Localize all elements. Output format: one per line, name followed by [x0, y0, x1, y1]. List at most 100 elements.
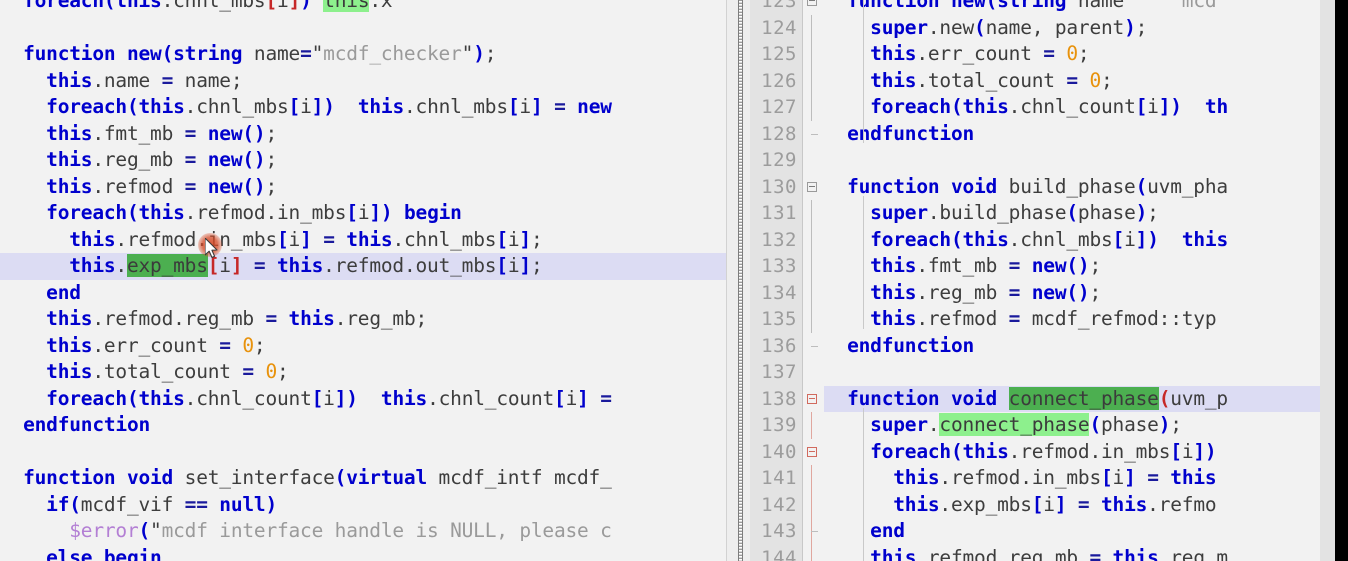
- code-line[interactable]: foreach(this.chnl_mbs[i]) this.x: [0, 0, 726, 15]
- line-number: 136: [761, 334, 797, 357]
- fold-row[interactable]: [803, 279, 823, 306]
- fold-guide-line: [811, 253, 812, 280]
- code-line-blank[interactable]: [0, 439, 726, 466]
- code-line-current[interactable]: function void connect_phase(uvm_p: [824, 385, 1348, 412]
- fold-row[interactable]: [803, 465, 823, 492]
- code-line[interactable]: if(mcdf_vif == null): [0, 492, 726, 519]
- fold-row[interactable]: [803, 333, 823, 360]
- fold-collapse-icon[interactable]: [807, 181, 817, 192]
- code-line[interactable]: super.build_phase(phase);: [824, 200, 1348, 227]
- indent-guide: [863, 408, 864, 561]
- fold-end-tick: [811, 345, 818, 347]
- fold-row[interactable]: [803, 306, 823, 333]
- line-number: 138: [761, 387, 797, 410]
- code-line[interactable]: endfunction: [824, 121, 1348, 148]
- line-number: 142: [761, 493, 797, 516]
- code-line[interactable]: function new(string name="mcdf_checker")…: [0, 41, 726, 68]
- code-fold-strip[interactable]: [803, 0, 823, 561]
- fold-row[interactable]: [803, 200, 823, 227]
- code-line-blank[interactable]: [824, 147, 1348, 174]
- splitter-grip-icon[interactable]: [738, 0, 743, 561]
- code-line[interactable]: this.refmod.in_mbs[i] = this.chnl_mbs[i]…: [0, 227, 726, 254]
- fold-row[interactable]: [803, 412, 823, 439]
- code-line[interactable]: foreach(this.refmod.in_mbs[i]): [824, 439, 1348, 466]
- code-line[interactable]: super.new(name, parent);: [824, 15, 1348, 42]
- code-line[interactable]: foreach(this.chnl_count[i]) th: [824, 94, 1348, 121]
- fold-end-tick: [811, 531, 818, 532]
- fold-guide-line: [811, 14, 812, 41]
- code-line[interactable]: endfunction: [824, 333, 1348, 360]
- fold-row[interactable]: [803, 439, 823, 466]
- code-line[interactable]: foreach(this.chnl_mbs[i]) this.chnl_mbs[…: [0, 94, 726, 121]
- code-line[interactable]: super.connect_phase(phase);: [824, 412, 1348, 439]
- code-line-current[interactable]: this.exp_mbs[i] = this.refmod.out_mbs[i]…: [0, 253, 726, 280]
- search-match-current[interactable]: connect_phase: [1008, 386, 1159, 410]
- pane-splitter-handle[interactable]: [726, 0, 750, 561]
- code-line[interactable]: function void build_phase(uvm_pha: [824, 174, 1348, 201]
- fold-row[interactable]: [803, 94, 823, 121]
- left-editor-pane[interactable]: foreach(this.chnl_mbs[i]) this.x functio…: [0, 0, 726, 561]
- fold-row[interactable]: [803, 226, 823, 253]
- code-line[interactable]: $error("mcdf interface handle is NULL, p…: [0, 518, 726, 545]
- selected-word[interactable]: exp_mbs: [126, 254, 208, 277]
- fold-collapse-icon-active[interactable]: [807, 393, 817, 404]
- fold-row[interactable]: [803, 359, 823, 386]
- code-line[interactable]: this.fmt_mb = new();: [0, 121, 726, 148]
- code-line[interactable]: this.name = name;: [0, 68, 726, 95]
- code-line-blank[interactable]: [824, 359, 1348, 386]
- fold-row[interactable]: [803, 253, 823, 280]
- code-line[interactable]: this.exp_mbs[i] = this.refmo: [824, 492, 1348, 519]
- fold-row[interactable]: [803, 41, 823, 68]
- code-line[interactable]: end: [824, 518, 1348, 545]
- left-code-area[interactable]: foreach(this.chnl_mbs[i]) this.x functio…: [0, 0, 726, 561]
- fold-collapse-icon-active[interactable]: [807, 446, 817, 457]
- fold-row[interactable]: [803, 174, 823, 201]
- fold-collapse-icon[interactable]: [807, 0, 817, 6]
- code-line[interactable]: this.refmod = mcdf_refmod::typ: [824, 306, 1348, 333]
- code-line[interactable]: this.reg_mb = new();: [0, 147, 726, 174]
- fold-guide-line: [811, 279, 812, 306]
- code-line[interactable]: this.refmod.reg_mb = this.reg_mb;: [0, 306, 726, 333]
- line-number: 129: [761, 149, 797, 171]
- code-line[interactable]: this.fmt_mb = new();: [824, 253, 1348, 280]
- fold-row[interactable]: [803, 0, 823, 15]
- code-line-blank[interactable]: [0, 15, 726, 42]
- right-editor-pane[interactable]: 123 124 125 126 127 128 129 130 131 132 …: [750, 0, 1348, 561]
- code-line[interactable]: endfunction: [0, 412, 726, 439]
- code-line[interactable]: foreach(this.refmod.in_mbs[i]) begin: [0, 200, 726, 227]
- code-line[interactable]: end: [0, 280, 726, 307]
- fold-guide-line-active: [811, 491, 812, 518]
- fold-row[interactable]: [803, 518, 823, 545]
- code-line[interactable]: else begin: [0, 545, 726, 561]
- fold-row[interactable]: [803, 67, 823, 94]
- line-number: 133: [761, 255, 797, 277]
- fold-row[interactable]: [803, 386, 823, 413]
- fold-end-tick: [811, 133, 818, 135]
- fold-row[interactable]: [803, 544, 823, 561]
- fold-row[interactable]: [803, 147, 823, 174]
- line-number: 140: [761, 440, 797, 463]
- code-line[interactable]: this.err_count = 0;: [824, 41, 1348, 68]
- fold-row[interactable]: [803, 14, 823, 41]
- code-line[interactable]: this.refmod = new();: [0, 174, 726, 201]
- code-line[interactable]: this.total_count = 0;: [824, 68, 1348, 95]
- code-line[interactable]: this.refmod.in_mbs[i] = this: [824, 465, 1348, 492]
- fold-row[interactable]: [803, 121, 823, 148]
- editor-window: foreach(this.chnl_mbs[i]) this.x functio…: [0, 0, 1348, 561]
- code-line[interactable]: foreach(this.chnl_count[i]) this.chnl_co…: [0, 386, 726, 413]
- fold-guide-line-active: [811, 544, 812, 561]
- code-line[interactable]: this.err_count = 0;: [0, 333, 726, 360]
- code-line[interactable]: function new(string name "mcd: [824, 0, 1348, 15]
- line-number: 124: [761, 16, 797, 39]
- code-line[interactable]: function void set_interface(virtual mcdf…: [0, 465, 726, 492]
- line-number: 131: [761, 202, 797, 224]
- right-code-area[interactable]: function new(string name "mcd super.new(…: [824, 0, 1348, 561]
- fold-row[interactable]: [803, 491, 823, 518]
- code-line[interactable]: this.reg_mb = new();: [824, 280, 1348, 307]
- code-line[interactable]: foreach(this.chnl_mbs[i]) this: [824, 227, 1348, 254]
- search-match[interactable]: connect_phase: [939, 413, 1090, 436]
- code-line[interactable]: this.total_count = 0;: [0, 359, 726, 386]
- fold-guide-line: [811, 306, 812, 333]
- code-line[interactable]: this.refmod.reg_mb = this.reg_m: [824, 545, 1348, 561]
- line-number: 127: [761, 96, 797, 118]
